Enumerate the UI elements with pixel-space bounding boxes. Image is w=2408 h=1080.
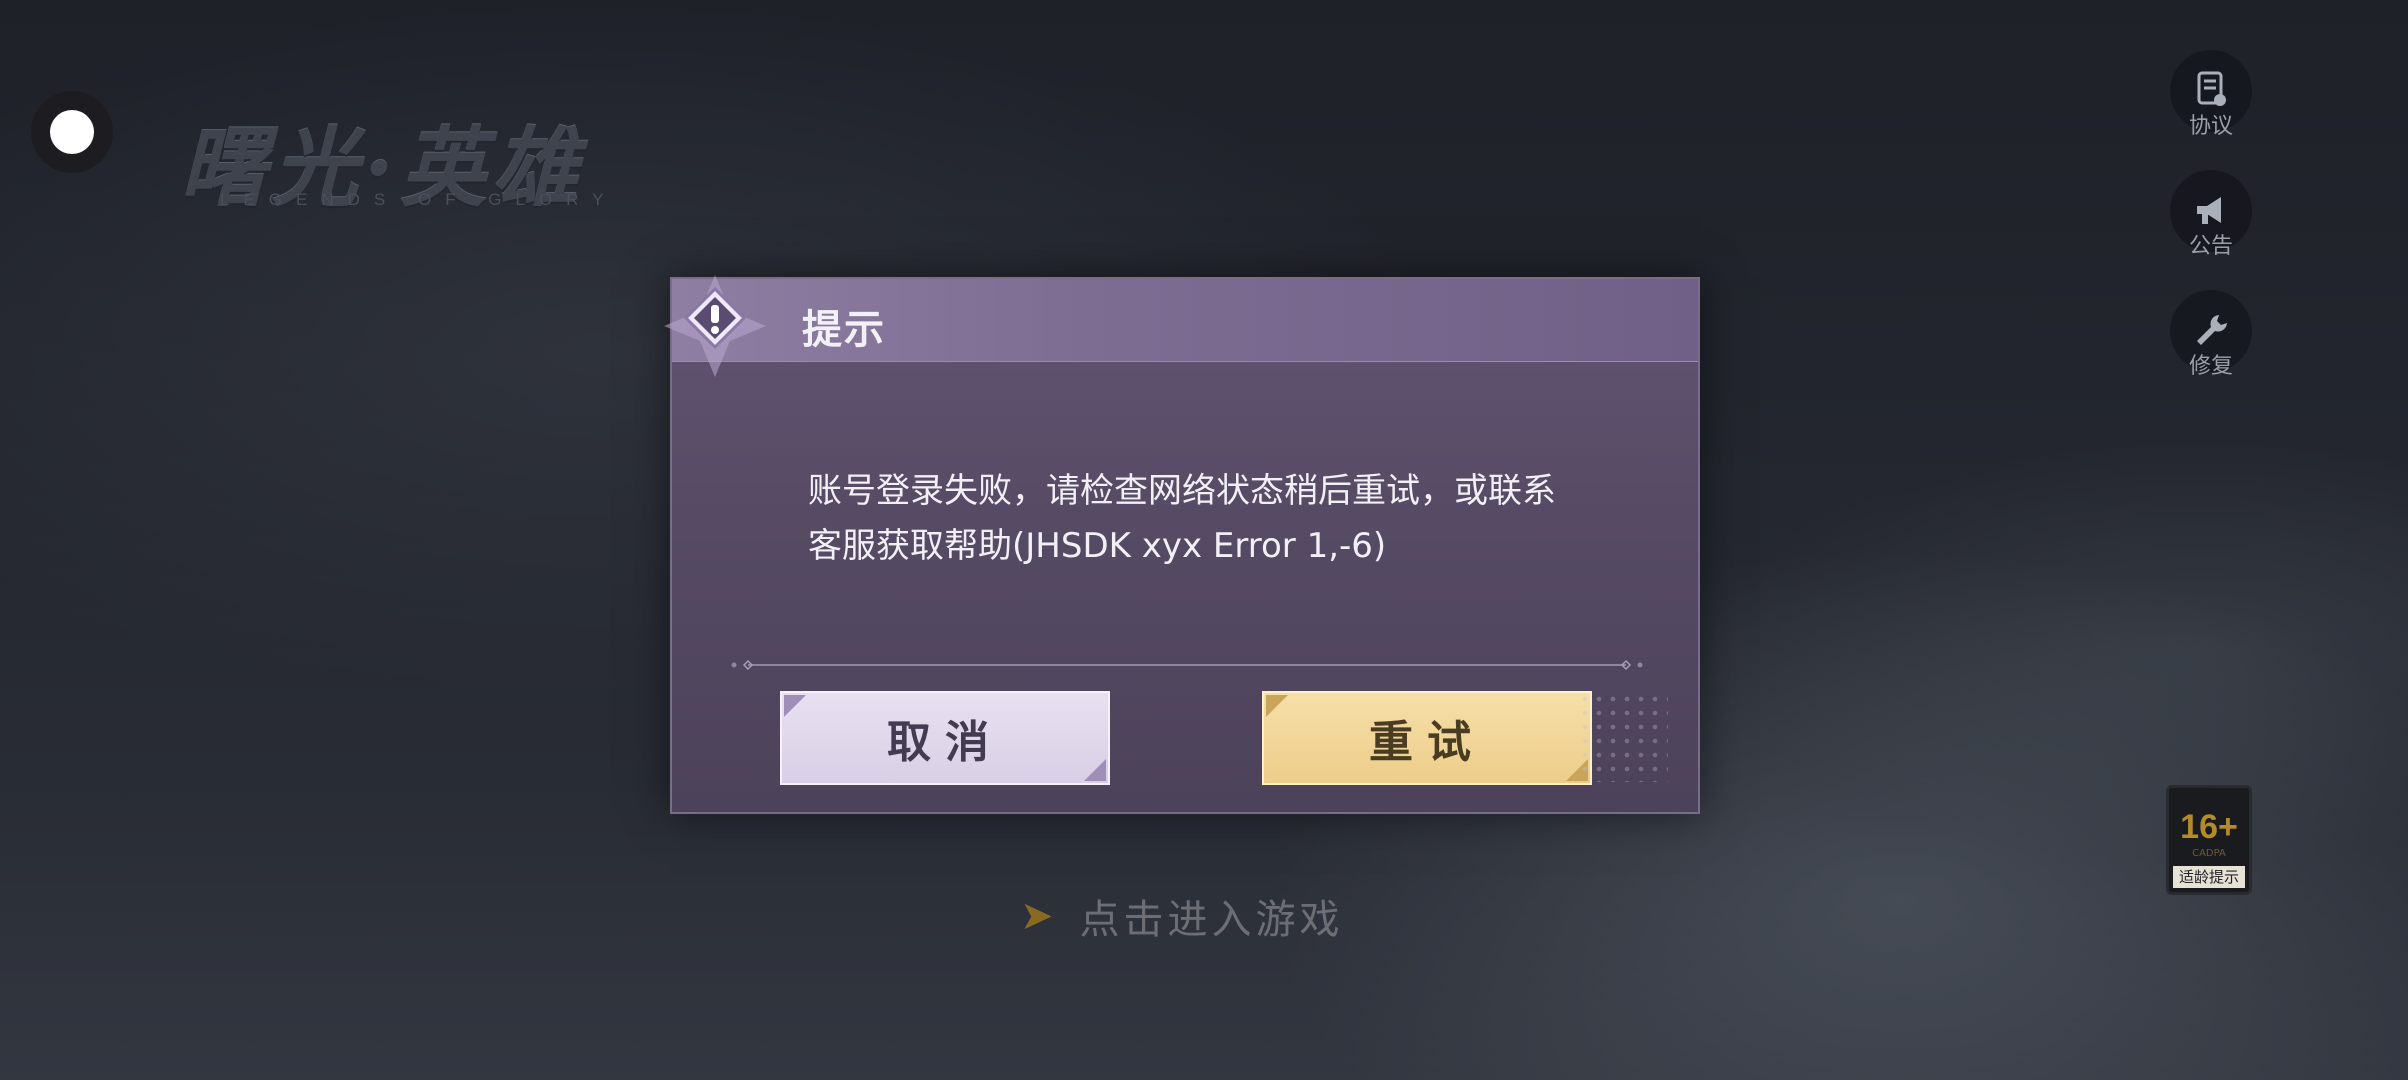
game-logo: 曙光·英雄 LEGENDS OF GLORY	[180, 98, 680, 219]
chevron-right-icon: ➤	[1020, 893, 1054, 939]
wrench-icon	[2197, 315, 2227, 345]
announcement-label: 公告	[2188, 234, 2233, 259]
announcement-button[interactable]: 公告	[2166, 170, 2256, 260]
agreement-label: 协议	[2188, 114, 2233, 139]
retry-button[interactable]: 重试	[1262, 691, 1592, 785]
megaphone-icon	[2197, 197, 2221, 224]
dialog-dot-pattern	[1578, 692, 1668, 782]
legal-notice-blurred	[400, 995, 1750, 1070]
warning-icon	[664, 275, 766, 377]
age-rating-badge[interactable]: 16+ CADPA 适龄提示	[2166, 785, 2252, 895]
age-rating-label: 适龄提示	[2173, 866, 2245, 888]
dialog-message: 账号登录失败，请检查网络状态稍后重试，或联系 客服获取帮助(JHSDK xyx …	[808, 464, 1588, 574]
floating-dot-icon	[50, 110, 94, 154]
repair-label: 修复	[2188, 354, 2233, 379]
repair-button[interactable]: 修复	[2166, 290, 2256, 380]
agreement-button[interactable]: 协议	[2166, 50, 2256, 140]
logo-subtitle: LEGENDS OF GLORY	[220, 190, 618, 209]
dialog-message-line-2: 客服获取帮助(JHSDK xyx Error 1,-6)	[808, 526, 1387, 566]
agreement-icon	[2197, 71, 2226, 106]
error-dialog: 提示 账号登录失败，请检查网络状态稍后重试，或联系 客服获取帮助(JHSDK x…	[664, 275, 1700, 814]
enter-game-prompt[interactable]: ➤ 点击进入游戏	[1020, 885, 1410, 947]
dialog-message-line-1: 账号登录失败，请检查网络状态稍后重试，或联系	[808, 471, 1556, 511]
age-rating-org: CADPA	[2192, 848, 2226, 859]
dialog-title: 提示	[802, 307, 886, 353]
retry-button-label: 重试	[1369, 717, 1485, 768]
cancel-button-label: 取消	[887, 717, 1003, 768]
floating-assist-button[interactable]	[31, 91, 113, 173]
dialog-divider	[731, 659, 1643, 671]
enter-game-label: 点击进入游戏	[1079, 897, 1344, 943]
cancel-button[interactable]: 取消	[780, 691, 1110, 785]
age-rating-value: 16+	[2180, 808, 2238, 846]
